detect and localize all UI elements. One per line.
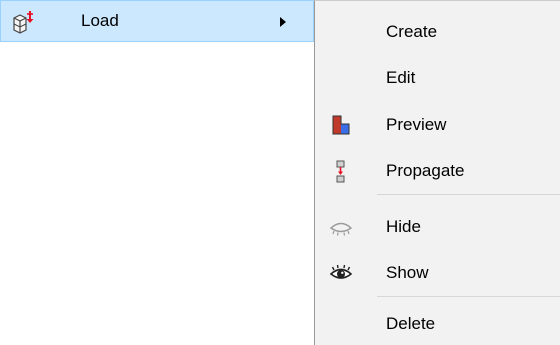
menu-item-propagate-label: Propagate bbox=[386, 161, 465, 180]
propagate-icon bbox=[329, 159, 353, 183]
menu-separator bbox=[377, 194, 560, 195]
menu-item-hide-label: Hide bbox=[386, 217, 421, 236]
menu-item-show-label: Show bbox=[386, 263, 429, 282]
menu-item-create-label: Create bbox=[386, 22, 438, 41]
menu-item-edit-label: Edit bbox=[386, 68, 416, 87]
menu-item-edit[interactable]: Edit bbox=[315, 57, 560, 99]
submenu-arrow-icon bbox=[280, 17, 286, 27]
hide-eye-icon bbox=[329, 215, 353, 239]
menu-item-delete-label: Delete bbox=[386, 314, 436, 333]
menu-item-show[interactable]: Show bbox=[315, 252, 560, 294]
load-icon bbox=[11, 10, 35, 34]
menu-item-preview-label: Preview bbox=[386, 115, 447, 134]
show-eye-icon bbox=[329, 261, 353, 285]
menu-item-propagate[interactable]: Propagate bbox=[315, 150, 560, 192]
load-submenu: Create Edit Preview Propagate Hide Show … bbox=[314, 0, 560, 345]
menu-item-hide[interactable]: Hide bbox=[315, 206, 560, 248]
preview-icon bbox=[329, 113, 353, 137]
menu-item-delete[interactable]: Delete bbox=[315, 303, 560, 345]
menu-item-create[interactable]: Create bbox=[315, 11, 560, 53]
menu-separator bbox=[377, 296, 560, 297]
menu-item-load[interactable]: Load bbox=[0, 0, 314, 42]
menu-item-preview[interactable]: Preview bbox=[315, 104, 560, 146]
menu-item-load-label: Load bbox=[81, 11, 119, 30]
